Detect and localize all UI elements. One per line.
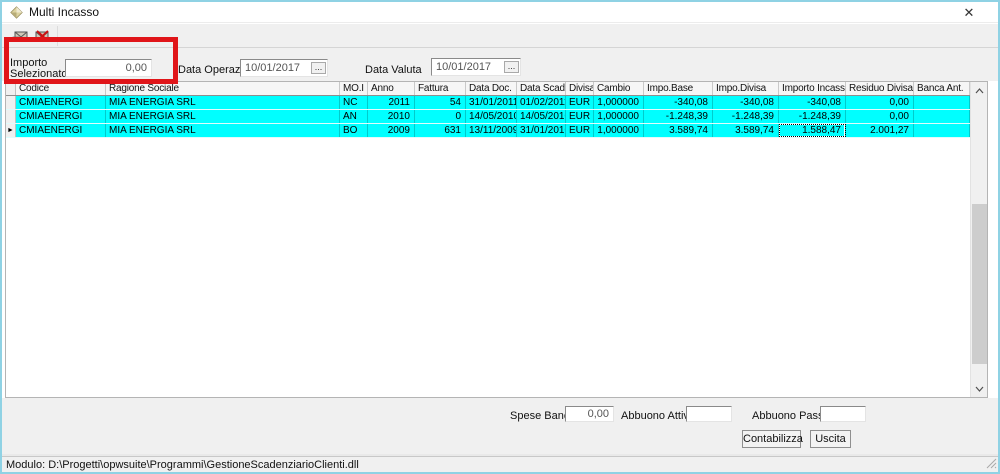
grid-cell[interactable]: 14/05/2010 — [466, 110, 517, 123]
grid-cell[interactable]: 0,00 — [846, 110, 914, 123]
abbuono-attivo-input[interactable] — [686, 406, 732, 422]
grid-rows: CMIAENERGIMIA ENERGIA SRLNC20115431/01/2… — [6, 96, 987, 138]
grid-cell[interactable]: 1.588,47 — [779, 124, 846, 137]
grid-cell[interactable]: -1.248,39 — [713, 110, 779, 123]
grid-cell[interactable] — [914, 124, 970, 137]
cancel-payment-icon[interactable] — [32, 27, 52, 45]
column-header[interactable]: Impo.Base — [644, 82, 713, 95]
grid-cell[interactable]: 31/01/2011 — [466, 96, 517, 109]
toolbar — [2, 24, 998, 48]
grid-cell[interactable]: EUR — [566, 96, 594, 109]
grid-cell[interactable]: 13/11/2009 — [466, 124, 517, 137]
invoice-grid: CodiceRagione SocialeMO.IAnnoFatturaData… — [5, 81, 988, 398]
grid-cell[interactable]: -340,08 — [644, 96, 713, 109]
grid-cell[interactable]: 0 — [415, 110, 466, 123]
column-header[interactable]: Data Doc. — [466, 82, 517, 95]
column-header[interactable]: Cambio — [594, 82, 644, 95]
grid-cell[interactable]: AN — [340, 110, 368, 123]
scrollbar-thumb[interactable] — [972, 204, 987, 364]
importo-selezionato-input[interactable] — [65, 59, 152, 77]
status-module-text: Modulo: D:\Progetti\opwsuite\Programmi\G… — [6, 459, 359, 471]
grid-cell[interactable]: 3.589,74 — [713, 124, 779, 137]
contabilizza-button[interactable]: Contabilizza — [742, 430, 801, 448]
column-header[interactable]: Importo Incassato — [779, 82, 846, 95]
grid-cell[interactable]: NC — [340, 96, 368, 109]
column-header[interactable]: Impo.Divisa — [713, 82, 779, 95]
grid-cell[interactable]: CMIAENERGI — [16, 96, 106, 109]
grid-cell[interactable]: 1,000000 — [594, 110, 644, 123]
column-header[interactable]: Residuo Divisa — [846, 82, 914, 95]
status-bar: Modulo: D:\Progetti\opwsuite\Programmi\G… — [2, 456, 998, 473]
abbuono-attivo-label: Abbuono Attivo — [621, 410, 695, 422]
grid-cell[interactable]: -340,08 — [779, 96, 846, 109]
row-selector-header[interactable] — [6, 82, 16, 95]
grid-cell[interactable]: 31/01/2010 — [517, 124, 566, 137]
importo-selezionato-label: Importo Selezionato — [10, 58, 68, 80]
grid-cell[interactable]: 631 — [415, 124, 466, 137]
grid-cell[interactable]: BO — [340, 124, 368, 137]
grid-cell[interactable]: 1,000000 — [594, 96, 644, 109]
table-row: ►CMIAENERGIMIA ENERGIA SRLBO200963113/11… — [6, 124, 987, 138]
grid-cell[interactable]: 3.589,74 — [644, 124, 713, 137]
column-header[interactable]: Banca Ant. — [914, 82, 970, 95]
title-bar: Multi Incasso ✕ — [2, 2, 998, 23]
grid-cell[interactable]: -1.248,39 — [644, 110, 713, 123]
resize-grip-icon[interactable] — [984, 456, 997, 472]
data-valuta-label: Data Valuta — [365, 64, 422, 76]
app-diamond-icon — [10, 6, 23, 19]
footer-panel: Spese Banca Abbuono Attivo Abbuono Passi… — [2, 398, 998, 455]
column-header[interactable]: Fattura — [415, 82, 466, 95]
grid-cell[interactable]: MIA ENERGIA SRL — [106, 110, 340, 123]
grid-cell[interactable]: CMIAENERGI — [16, 110, 106, 123]
column-header[interactable]: Divisa — [566, 82, 594, 95]
grid-cell[interactable]: 1,000000 — [594, 124, 644, 137]
grid-cell[interactable]: 2011 — [368, 96, 415, 109]
form-panel: Importo Selezionato Data Operazione ... … — [2, 48, 998, 81]
grid-cell[interactable]: -1.248,39 — [779, 110, 846, 123]
vertical-scrollbar[interactable] — [970, 82, 987, 397]
row-selector[interactable] — [6, 110, 16, 123]
window-title: Multi Incasso — [29, 5, 99, 19]
grid-cell[interactable] — [914, 96, 970, 109]
multi-incasso-window: Multi Incasso ✕ Importo Selezionato — [0, 0, 1000, 474]
grid-header: CodiceRagione SocialeMO.IAnnoFatturaData… — [6, 82, 987, 96]
collect-payment-icon[interactable] — [11, 27, 31, 45]
grid-cell[interactable] — [914, 110, 970, 123]
spese-banca-input[interactable] — [565, 406, 614, 422]
grid-cell[interactable]: 2.001,27 — [846, 124, 914, 137]
grid-cell[interactable]: 0,00 — [846, 96, 914, 109]
row-selector[interactable] — [6, 96, 16, 109]
column-header[interactable]: Codice — [16, 82, 106, 95]
grid-cell[interactable]: MIA ENERGIA SRL — [106, 96, 340, 109]
column-header[interactable]: Ragione Sociale — [106, 82, 340, 95]
grid-cell[interactable]: 01/02/2011 — [517, 96, 566, 109]
data-operazione-picker-button[interactable]: ... — [311, 62, 326, 74]
uscita-button[interactable]: Uscita — [810, 430, 851, 448]
grid-cell[interactable]: EUR — [566, 124, 594, 137]
grid-cell[interactable]: EUR — [566, 110, 594, 123]
table-row: CMIAENERGIMIA ENERGIA SRLAN2010014/05/20… — [6, 110, 987, 124]
scrollbar-down-icon[interactable] — [971, 380, 988, 397]
scrollbar-up-icon[interactable] — [971, 82, 988, 99]
column-header[interactable]: Anno — [368, 82, 415, 95]
grid-cell[interactable]: -340,08 — [713, 96, 779, 109]
data-valuta-picker-button[interactable]: ... — [504, 61, 519, 73]
toolbar-separator — [57, 26, 58, 46]
grid-cell[interactable]: CMIAENERGI — [16, 124, 106, 137]
close-button[interactable]: ✕ — [954, 2, 984, 23]
column-header[interactable]: Data Scad. — [517, 82, 566, 95]
grid-cell[interactable]: 54 — [415, 96, 466, 109]
column-header[interactable]: MO.I — [340, 82, 368, 95]
table-row: CMIAENERGIMIA ENERGIA SRLNC20115431/01/2… — [6, 96, 987, 110]
grid-cell[interactable]: 14/05/2010 — [517, 110, 566, 123]
current-row-marker[interactable]: ► — [6, 124, 16, 137]
grid-cell[interactable]: 2010 — [368, 110, 415, 123]
grid-cell[interactable]: 2009 — [368, 124, 415, 137]
grid-cell[interactable]: MIA ENERGIA SRL — [106, 124, 340, 137]
abbuono-passivo-input[interactable] — [820, 406, 866, 422]
